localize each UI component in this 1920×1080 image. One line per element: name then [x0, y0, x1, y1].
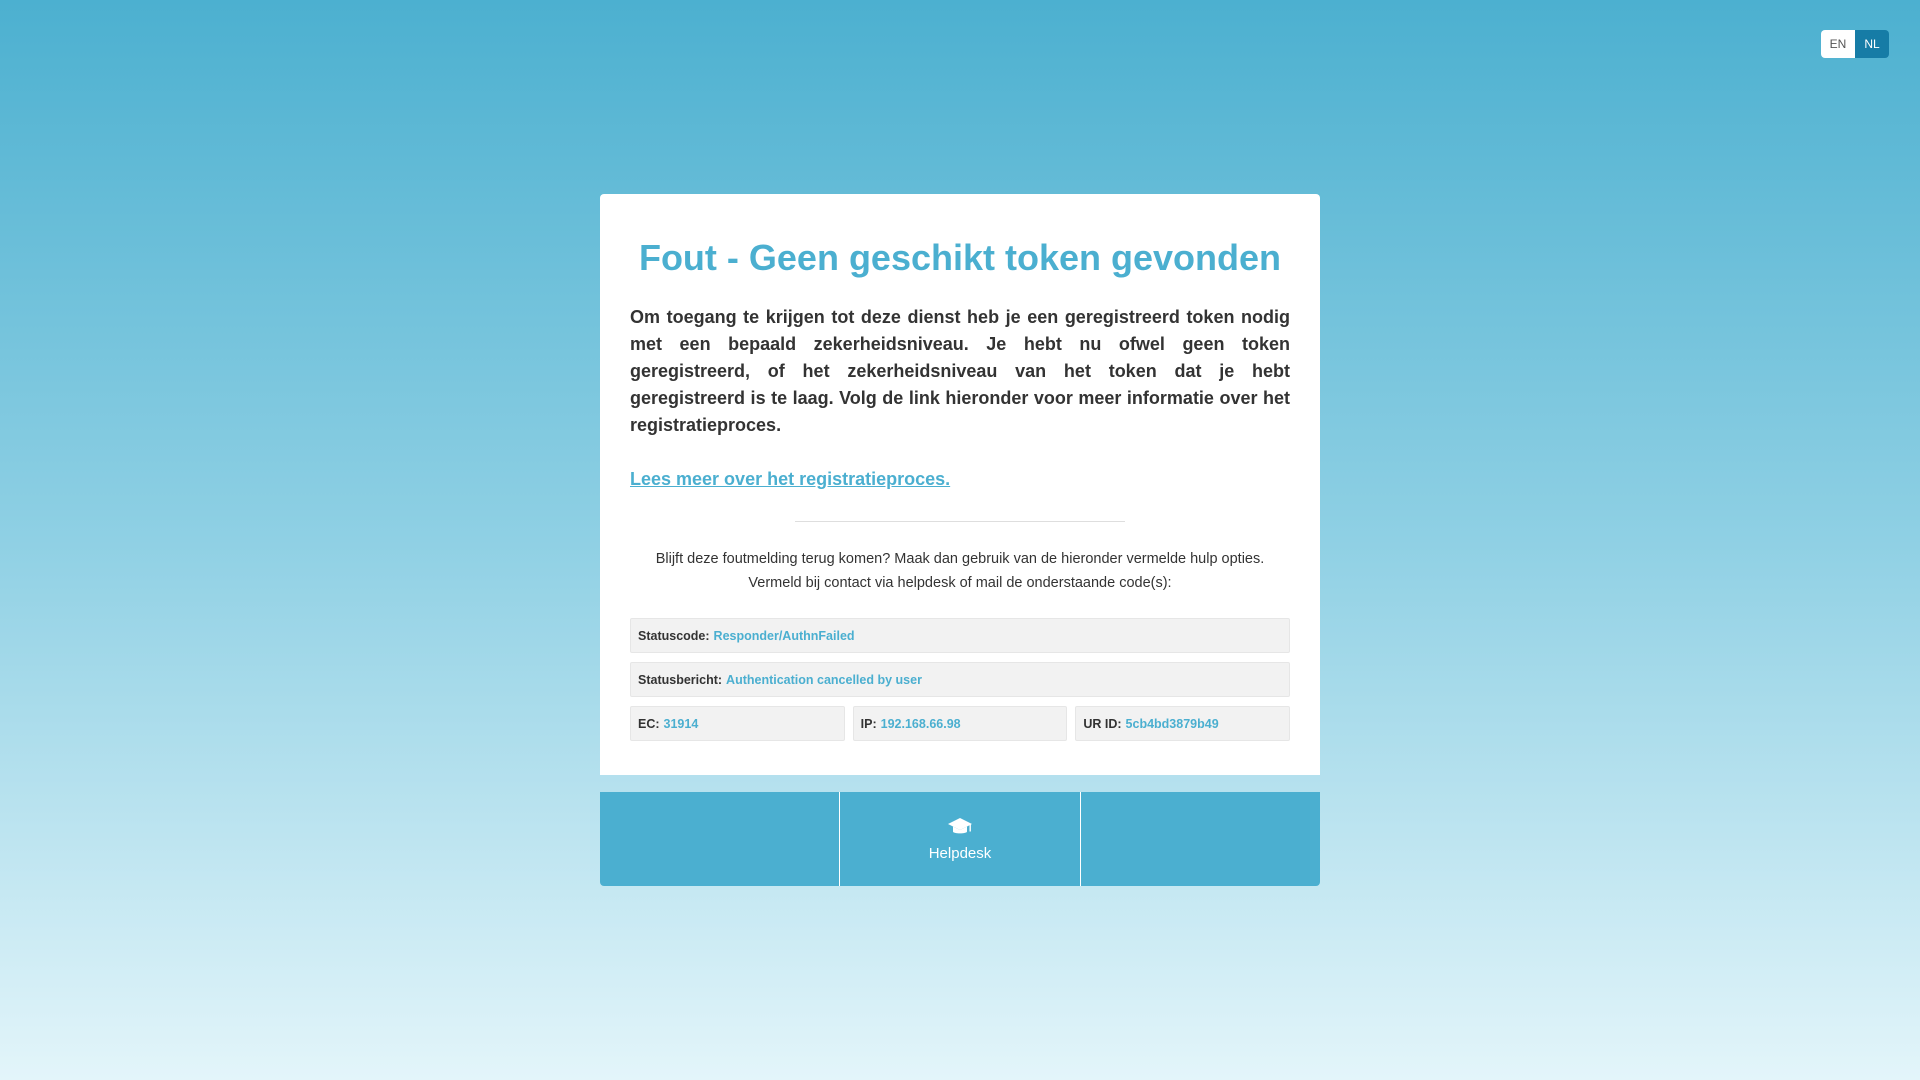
footer-cell-right: [1081, 792, 1320, 886]
footer-cell-left: [600, 792, 839, 886]
status-message-value: Authentication cancelled by user: [726, 672, 922, 687]
language-switcher: EN NL: [1821, 30, 1889, 58]
ec-label: EC:: [638, 716, 660, 731]
urid-label: UR ID:: [1083, 716, 1122, 731]
error-codes: Statuscode: Responder/AuthnFailed Status…: [630, 618, 1291, 741]
code-row: EC: 31914 IP: 192.168.66.98 UR ID: 5cb4b…: [630, 706, 1291, 741]
ip-value: 192.168.66.98: [880, 716, 961, 731]
helpdesk-label: Helpdesk: [928, 844, 992, 862]
error-card-body: Fout - Geen geschikt token gevonden Om t…: [600, 194, 1320, 775]
ip-label: IP:: [860, 716, 877, 731]
language-en-button[interactable]: EN: [1821, 30, 1855, 58]
error-title: Fout - Geen geschikt token gevonden: [638, 237, 1282, 278]
divider: [795, 521, 1125, 522]
error-description: Om toegang te krijgen tot deze dienst he…: [630, 307, 1290, 435]
error-card: Fout - Geen geschikt token gevonden Om t…: [600, 194, 1320, 775]
status-message-label: Statusbericht:: [638, 672, 723, 687]
graduation-cap-icon: [947, 817, 972, 833]
ip-code-box: IP: 192.168.66.98: [852, 706, 1068, 741]
status-code-label: Statuscode:: [638, 628, 710, 643]
help-text-line-2: Vermeld bij contact via helpdesk of mail…: [748, 575, 1172, 591]
status-code-box: Statuscode: Responder/AuthnFailed: [630, 618, 1290, 653]
urid-code-box: UR ID: 5cb4bd3879b49: [1075, 706, 1291, 741]
help-text-line-1: Blijft deze foutmelding terug komen? Maa…: [655, 551, 1265, 567]
ec-code-box: EC: 31914: [630, 706, 845, 741]
status-message-box: Statusbericht: Authentication cancelled …: [630, 662, 1290, 697]
helpdesk-button[interactable]: Helpdesk: [839, 792, 1081, 886]
registration-info-link[interactable]: Lees meer over het registratieproces.: [630, 466, 950, 493]
urid-value: 5cb4bd3879b49: [1125, 716, 1219, 731]
help-options-footer: Helpdesk: [600, 792, 1320, 886]
help-text: Blijft deze foutmelding terug komen? Maa…: [630, 547, 1290, 595]
language-nl-button[interactable]: NL: [1855, 30, 1889, 58]
status-code-value: Responder/AuthnFailed: [713, 628, 855, 643]
ec-value: 31914: [663, 716, 699, 731]
